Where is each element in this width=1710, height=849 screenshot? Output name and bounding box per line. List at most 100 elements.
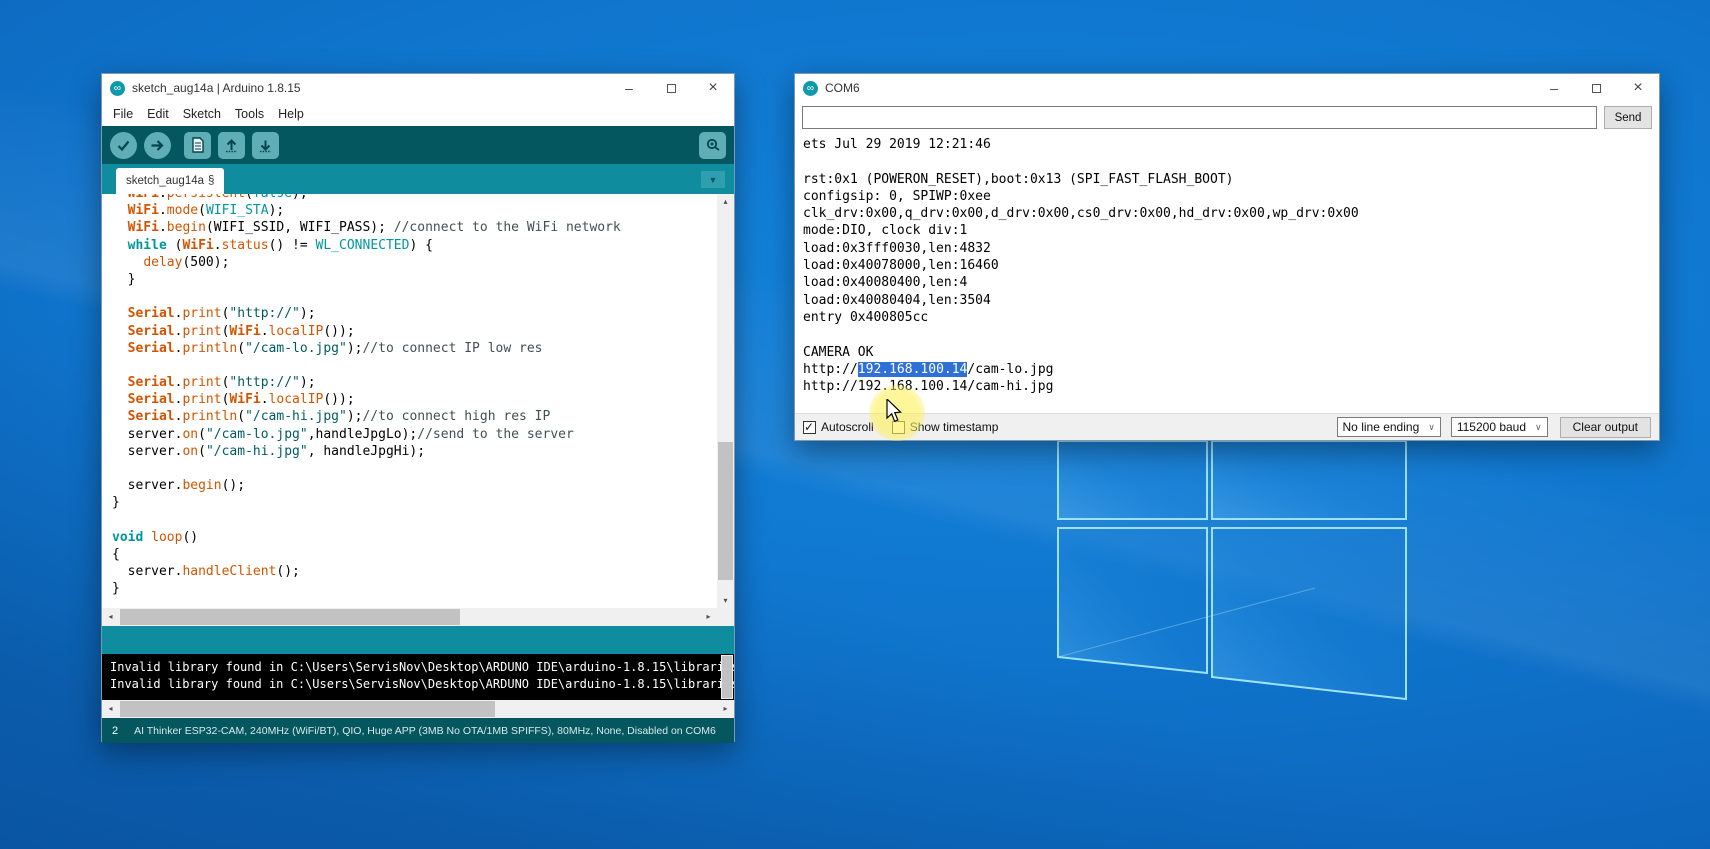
- code-editor[interactable]: WiFi.persistent(false); WiFi.mode(WIFI_S…: [102, 194, 734, 608]
- scroll-down-arrow[interactable]: ▾: [717, 593, 734, 608]
- menu-tools[interactable]: Tools: [228, 107, 271, 121]
- code-line: server.begin();: [112, 477, 717, 494]
- code-line: delay(500);: [112, 254, 717, 271]
- serial-window-title: COM6: [825, 81, 860, 95]
- console-horizontal-scrollbar[interactable]: ◂ ▸: [102, 700, 734, 718]
- line-ending-select[interactable]: No line ending ∨: [1337, 417, 1441, 437]
- serial-input[interactable]: [802, 106, 1597, 129]
- serial-url-hi-line: http://192.168.100.14/cam-hi.jpg: [803, 378, 1659, 395]
- menu-file[interactable]: File: [106, 107, 140, 121]
- serial-output-line: ets Jul 29 2019 12:21:46: [803, 136, 1659, 153]
- serial-bottom-bar: Autoscroll Show timestamp No line ending…: [795, 413, 1659, 440]
- code-line: Serial.print("http://");: [112, 305, 717, 322]
- console-scroll-left-arrow[interactable]: ◂: [102, 700, 119, 718]
- console-hscroll-thumb[interactable]: [120, 701, 495, 717]
- tab-list-dropdown[interactable]: ▼: [701, 171, 725, 188]
- editor-hscroll-thumb[interactable]: [120, 609, 460, 625]
- code-line: [112, 460, 717, 477]
- editor-horizontal-scrollbar[interactable]: ◂ ▸: [102, 608, 734, 626]
- editor-vertical-scrollbar[interactable]: ▴ ▾: [717, 194, 734, 608]
- editor-vscroll-thumb[interactable]: [718, 442, 733, 580]
- serial-output-line: load:0x40080400,len:4: [803, 274, 1659, 291]
- serial-monitor-window: ∞ COM6 – × Send ets Jul 29 2019 12:21:46…: [794, 73, 1660, 441]
- menu-help[interactable]: Help: [271, 107, 311, 121]
- show-timestamp-checkbox[interactable]: [892, 421, 905, 434]
- ide-maximize-button[interactable]: [650, 74, 692, 102]
- code-line: [112, 288, 717, 305]
- serial-minimize-button[interactable]: –: [1533, 74, 1575, 102]
- code-line: Serial.print(WiFi.localIP());: [112, 391, 717, 408]
- console-vscroll-thumb[interactable]: [722, 656, 732, 698]
- menu-sketch[interactable]: Sketch: [176, 107, 228, 121]
- save-sketch-button[interactable]: [252, 132, 279, 159]
- serial-output-line: mode:DIO, clock div:1: [803, 222, 1659, 239]
- scroll-up-arrow[interactable]: ▴: [717, 194, 734, 209]
- scroll-left-arrow[interactable]: ◂: [102, 608, 119, 626]
- baud-rate-select[interactable]: 115200 baud ∨: [1451, 417, 1548, 437]
- code-line: Serial.println("/cam-hi.jpg");//to conne…: [112, 408, 717, 425]
- maximize-icon: [1592, 84, 1601, 93]
- ide-window-title: sketch_aug14a | Arduino 1.8.15: [132, 81, 301, 95]
- code-line: WiFi.persistent(false);: [112, 194, 717, 202]
- open-sketch-button[interactable]: [218, 132, 245, 159]
- windows-logo: [1055, 438, 1415, 710]
- code-line: [112, 512, 717, 529]
- arduino-ide-window: ∞ sketch_aug14a | Arduino 1.8.15 – × Fil…: [101, 73, 735, 742]
- serial-output-line: load:0x40078000,len:16460: [803, 257, 1659, 274]
- desktop: ∞ sketch_aug14a | Arduino 1.8.15 – × Fil…: [0, 0, 1710, 849]
- serial-output[interactable]: ets Jul 29 2019 12:21:46 rst:0x1 (POWERO…: [795, 133, 1659, 413]
- autoscroll-checkbox[interactable]: [803, 421, 816, 434]
- new-sketch-button[interactable]: [184, 132, 211, 159]
- serial-output-line: configsip: 0, SPIWP:0xee: [803, 188, 1659, 205]
- code-area[interactable]: WiFi.persistent(false); WiFi.mode(WIFI_S…: [102, 194, 717, 608]
- code-line: while (WiFi.status() != WL_CONNECTED) {: [112, 237, 717, 254]
- selected-ip: 192.168.100.14: [858, 362, 968, 377]
- code-line: server.on("/cam-lo.jpg",handleJpgLo);//s…: [112, 426, 717, 443]
- send-button[interactable]: Send: [1604, 106, 1652, 129]
- ide-statusbar: 2 AI Thinker ESP32-CAM, 240MHz (WiFi/BT)…: [102, 718, 734, 743]
- chevron-down-icon: ∨: [1535, 422, 1542, 433]
- upload-button[interactable]: [144, 132, 171, 159]
- serial-close-button[interactable]: ×: [1617, 74, 1659, 102]
- up-arrow-icon: [224, 138, 239, 153]
- console-output: Invalid library found in C:\Users\Servis…: [102, 654, 734, 693]
- dropdown-triangle-icon: ▼: [709, 175, 718, 185]
- menu-edit[interactable]: Edit: [140, 107, 176, 121]
- ide-titlebar[interactable]: ∞ sketch_aug14a | Arduino 1.8.15 – ×: [102, 74, 734, 102]
- cursor-line-indicator: 2: [112, 725, 118, 737]
- ide-console: Invalid library found in C:\Users\Servis…: [102, 654, 734, 700]
- right-arrow-icon: [150, 138, 165, 153]
- serial-output-line: [803, 326, 1659, 343]
- serial-output-line: CAMERA OK: [803, 344, 1659, 361]
- serial-send-row: Send: [795, 102, 1659, 133]
- code-line: void loop(): [112, 529, 717, 546]
- arduino-app-icon: ∞: [110, 81, 125, 96]
- scrollbar-corner: [717, 608, 734, 626]
- serial-output-line: rst:0x1 (POWERON_RESET),boot:0x13 (SPI_F…: [803, 171, 1659, 188]
- serial-titlebar[interactable]: ∞ COM6 – ×: [795, 74, 1659, 102]
- ide-close-button[interactable]: ×: [692, 74, 734, 102]
- serial-output-line: [803, 153, 1659, 170]
- scroll-right-arrow[interactable]: ▸: [700, 608, 717, 626]
- serial-monitor-button[interactable]: [699, 132, 726, 159]
- clear-output-button[interactable]: Clear output: [1560, 417, 1651, 438]
- ide-minimize-button[interactable]: –: [608, 74, 650, 102]
- ide-tabstrip: sketch_aug14a § ▼: [102, 164, 734, 194]
- tab-sketch-aug14a[interactable]: sketch_aug14a §: [116, 168, 224, 194]
- verify-button[interactable]: [110, 132, 137, 159]
- document-icon: [191, 137, 205, 153]
- tab-label: sketch_aug14a: [126, 175, 204, 187]
- serial-url-lo-line: http://192.168.100.14/cam-lo.jpg: [803, 361, 1659, 378]
- serial-output-line: clk_drv:0x00,q_drv:0x00,d_drv:0x00,cs0_d…: [803, 205, 1659, 222]
- serial-maximize-button[interactable]: [1575, 74, 1617, 102]
- magnifier-icon: [705, 137, 721, 153]
- ide-toolbar: [102, 126, 734, 164]
- console-vertical-scrollbar[interactable]: [721, 655, 733, 699]
- code-line: }: [112, 271, 717, 288]
- code-line: {: [112, 546, 717, 563]
- minimize-icon: –: [625, 80, 633, 96]
- code-line: }: [112, 494, 717, 511]
- maximize-icon: [667, 84, 676, 93]
- code-line: Serial.print(WiFi.localIP());: [112, 323, 717, 340]
- console-scroll-right-arrow[interactable]: ▸: [717, 700, 734, 718]
